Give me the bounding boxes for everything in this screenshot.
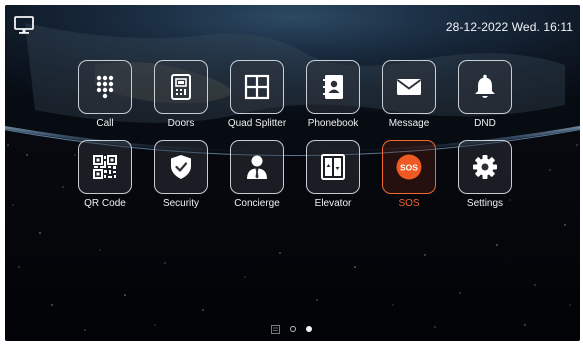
app-tile[interactable] [458, 60, 512, 114]
app-qr-code[interactable]: QR Code [75, 140, 135, 210]
app-doors[interactable]: Doors [151, 60, 211, 130]
app-label: DND [474, 118, 496, 129]
svg-text:SOS: SOS [400, 163, 418, 173]
app-label: SOS [398, 198, 420, 209]
dialpad-icon [96, 75, 114, 99]
status-bar: 28-12-2022 Wed. 16:11 [5, 5, 580, 45]
app-tile[interactable] [230, 60, 284, 114]
elevator-icon [321, 154, 345, 180]
app-label: Security [162, 198, 200, 209]
envelope-icon [396, 79, 422, 95]
phonebook-icon [323, 75, 343, 99]
app-elevator[interactable]: Elevator [303, 140, 363, 210]
qr-code-icon [93, 155, 117, 179]
app-tile[interactable]: SOS [382, 140, 436, 194]
monitor-icon[interactable] [13, 14, 35, 36]
app-security[interactable]: Security [151, 140, 211, 210]
page-indicator [271, 323, 312, 335]
app-label: Elevator [314, 198, 352, 209]
app-label: Message [388, 118, 430, 129]
door-station-icon [171, 74, 191, 100]
app-tile[interactable] [306, 60, 360, 114]
concierge-person-icon [247, 155, 267, 179]
app-tile[interactable] [306, 140, 360, 194]
date-time: 28-12-2022 Wed. 16:11 [445, 20, 573, 34]
app-sos[interactable]: SOS SOS [379, 140, 439, 210]
app-concierge[interactable]: Concierge [227, 140, 287, 210]
app-tile[interactable] [382, 60, 436, 114]
app-call[interactable]: Call [75, 60, 135, 130]
app-label: Doors [167, 118, 195, 129]
shield-check-icon [171, 155, 191, 179]
app-label: Phonebook [307, 118, 359, 129]
app-label: Call [96, 118, 114, 129]
app-tile[interactable] [78, 140, 132, 194]
app-tile[interactable] [230, 140, 284, 194]
app-phonebook[interactable]: Phonebook [303, 60, 363, 130]
app-tile[interactable] [154, 60, 208, 114]
bell-icon [475, 74, 495, 98]
app-grid: Call Doors Quad Splitter Phonebook Messa… [75, 60, 515, 210]
app-tile[interactable] [154, 140, 208, 194]
page-dot-2[interactable] [306, 326, 312, 332]
app-label: Settings [466, 198, 504, 209]
app-message[interactable]: Message [379, 60, 439, 130]
sos-icon: SOS [396, 154, 422, 180]
home-screen: 28-12-2022 Wed. 16:11 Call Doors Quad Sp… [5, 5, 580, 341]
app-label: Concierge [234, 198, 280, 209]
gear-icon [473, 155, 497, 179]
app-tile[interactable] [458, 140, 512, 194]
app-dnd[interactable]: DND [455, 60, 515, 130]
quad-splitter-icon [244, 74, 270, 100]
app-label: QR Code [84, 198, 126, 209]
page-dot-1[interactable] [290, 326, 296, 332]
app-quad-splitter[interactable]: Quad Splitter [227, 60, 287, 130]
app-label: Quad Splitter [227, 118, 287, 129]
page-home-icon[interactable] [271, 324, 280, 334]
app-tile[interactable] [78, 60, 132, 114]
app-settings[interactable]: Settings [455, 140, 515, 210]
